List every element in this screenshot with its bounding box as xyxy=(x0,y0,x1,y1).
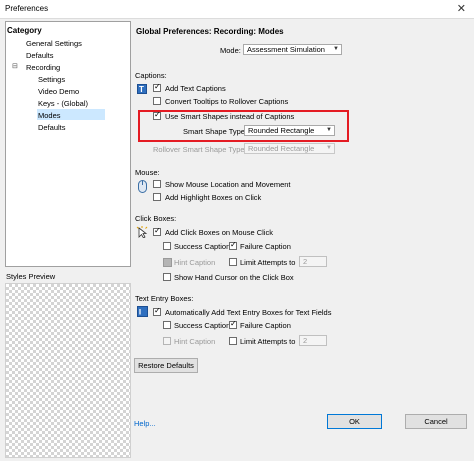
te-limit-attempts-label: Limit Attempts to xyxy=(240,337,296,346)
te-failure-caption-label: Failure Caption xyxy=(240,321,291,330)
click-hint-caption-label: Hint Caption xyxy=(174,258,216,267)
convert-tooltips-checkbox[interactable] xyxy=(153,97,161,105)
add-highlight-checkbox[interactable] xyxy=(153,193,161,201)
mouse-icon xyxy=(138,180,147,193)
category-panel xyxy=(5,21,131,267)
help-link[interactable]: Help... xyxy=(134,419,156,428)
page-title: Global Preferences: Recording: Modes xyxy=(136,27,284,36)
click-hint-caption-checkbox[interactable] xyxy=(163,258,172,267)
te-success-caption-label: Success Caption xyxy=(174,321,231,330)
add-click-boxes-label: Add Click Boxes on Mouse Click xyxy=(165,228,273,237)
styles-preview-label: Styles Preview xyxy=(6,272,56,281)
click-box-icon xyxy=(136,226,148,238)
window-title: Preferences xyxy=(5,4,49,13)
rollover-shape-type-label: Rollover Smart Shape Type xyxy=(153,145,245,154)
cancel-button[interactable]: Cancel xyxy=(405,414,467,429)
collapse-icon[interactable]: ⊟ xyxy=(12,62,18,70)
te-success-caption-checkbox[interactable] xyxy=(163,321,171,329)
te-failure-caption-checkbox[interactable] xyxy=(229,319,237,329)
text-entry-section-label: Text Entry Boxes: xyxy=(135,294,194,303)
tree-item-keys-global[interactable]: Keys - (Global) xyxy=(38,99,88,108)
tree-item-modes[interactable]: Modes xyxy=(38,111,61,120)
use-smart-shapes-checkbox[interactable] xyxy=(153,110,161,120)
smart-shape-type-value: Rounded Rectangle xyxy=(248,126,315,135)
svg-text:T: T xyxy=(139,85,144,94)
rollover-shape-type-value: Rounded Rectangle xyxy=(248,144,315,153)
tree-item-defaults[interactable]: Defaults xyxy=(26,51,54,60)
mode-select[interactable]: Assessment Simulation ▼ xyxy=(243,44,342,55)
te-hint-caption-checkbox[interactable] xyxy=(163,337,171,345)
add-text-captions-label: Add Text Captions xyxy=(165,84,226,93)
use-smart-shapes-label: Use Smart Shapes instead of Captions xyxy=(165,112,295,121)
smart-shape-type-label: Smart Shape Type xyxy=(183,127,245,136)
rollover-shape-type-select[interactable]: Rounded Rectangle ▼ xyxy=(244,143,335,154)
add-text-captions-checkbox[interactable] xyxy=(153,82,161,92)
title-bar: Preferences ✕ xyxy=(0,0,474,19)
mouse-section-label: Mouse: xyxy=(135,168,160,177)
add-highlight-label: Add Highlight Boxes on Click xyxy=(165,193,262,202)
click-limit-attempts-label: Limit Attempts to xyxy=(240,258,296,267)
show-hand-cursor-checkbox[interactable] xyxy=(163,273,171,281)
click-limit-attempts-field[interactable]: 2 xyxy=(299,256,327,267)
text-caption-icon: T xyxy=(137,84,147,94)
mode-label: Mode: xyxy=(220,46,241,55)
te-limit-attempts-field[interactable]: 2 xyxy=(299,335,327,346)
mode-value: Assessment Simulation xyxy=(247,45,325,54)
add-click-boxes-checkbox[interactable] xyxy=(153,226,161,236)
click-failure-caption-checkbox[interactable] xyxy=(229,240,237,250)
restore-defaults-button[interactable]: Restore Defaults xyxy=(134,358,198,373)
auto-add-text-entry-label: Automatically Add Text Entry Boxes for T… xyxy=(165,308,332,317)
text-entry-icon xyxy=(137,306,148,317)
close-icon[interactable]: ✕ xyxy=(457,2,466,15)
tree-item-general-settings[interactable]: General Settings xyxy=(26,39,82,48)
styles-preview xyxy=(5,283,131,458)
tree-item-settings[interactable]: Settings xyxy=(38,75,65,84)
show-mouse-label: Show Mouse Location and Movement xyxy=(165,180,291,189)
click-success-caption-checkbox[interactable] xyxy=(163,242,171,250)
click-limit-attempts-checkbox[interactable] xyxy=(229,258,237,266)
tree-item-defaults-2[interactable]: Defaults xyxy=(38,123,66,132)
show-hand-cursor-label: Show Hand Cursor on the Click Box xyxy=(174,273,294,282)
show-mouse-checkbox[interactable] xyxy=(153,180,161,188)
tree-item-video-demo[interactable]: Video Demo xyxy=(38,87,79,96)
chevron-down-icon: ▼ xyxy=(326,145,332,151)
category-title: Category xyxy=(7,26,42,35)
auto-add-text-entry-checkbox[interactable] xyxy=(153,306,161,316)
chevron-down-icon: ▼ xyxy=(333,46,339,52)
convert-tooltips-label: Convert Tooltips to Rollover Captions xyxy=(165,97,289,106)
te-limit-attempts-checkbox[interactable] xyxy=(229,337,237,345)
click-failure-caption-label: Failure Caption xyxy=(240,242,291,251)
captions-section-label: Captions: xyxy=(135,71,167,80)
chevron-down-icon: ▼ xyxy=(326,127,332,133)
tree-item-recording[interactable]: Recording xyxy=(26,63,60,72)
click-success-caption-label: Success Caption xyxy=(174,242,231,251)
ok-button[interactable]: OK xyxy=(327,414,382,429)
click-boxes-section-label: Click Boxes: xyxy=(135,214,177,223)
te-hint-caption-label: Hint Caption xyxy=(174,337,216,346)
smart-shape-type-select[interactable]: Rounded Rectangle ▼ xyxy=(244,125,335,136)
